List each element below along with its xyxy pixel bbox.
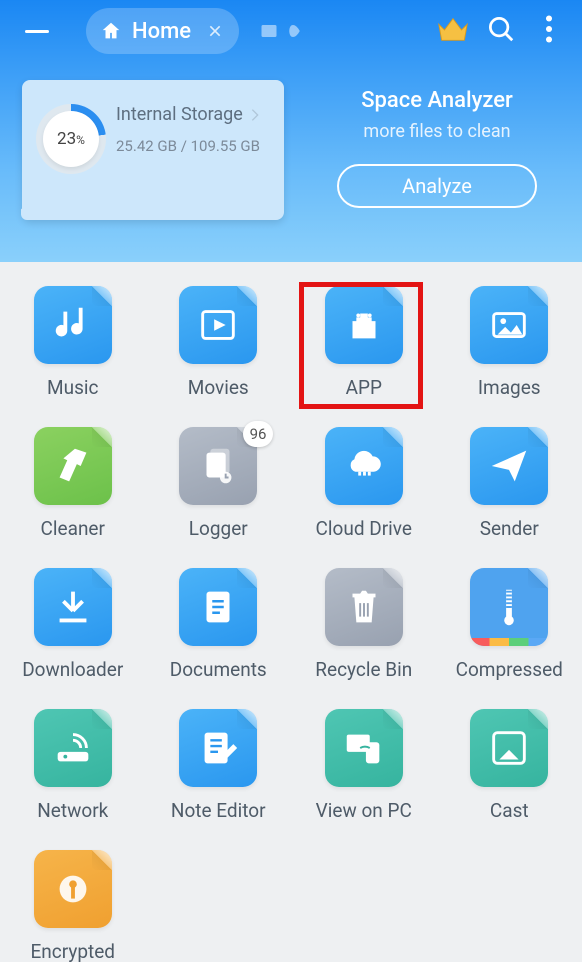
tile-label: Images <box>478 376 541 399</box>
storage-name: Internal Storage <box>116 104 263 125</box>
tile-label: Cloud Drive <box>316 517 412 540</box>
music-icon <box>34 286 112 364</box>
tile-recyclebin[interactable]: Recycle Bin <box>291 568 437 681</box>
viewonpc-icon <box>325 709 403 787</box>
tile-label: Compressed <box>456 658 563 681</box>
tile-label: Documents <box>170 658 267 681</box>
recyclebin-icon <box>325 568 403 646</box>
more-vertical-icon <box>545 15 553 47</box>
tile-label: Downloader <box>22 658 123 681</box>
internal-storage-card[interactable]: 23% Internal Storage 25.42 GB / 109.55 G… <box>22 80 284 220</box>
movies-icon <box>179 286 257 364</box>
tile-label: APP <box>346 376 382 399</box>
analyze-button[interactable]: Analyze <box>337 164 537 208</box>
documents-icon <box>179 568 257 646</box>
tile-compressed[interactable]: Compressed <box>437 568 582 681</box>
menu-button[interactable] <box>18 12 56 50</box>
tab-home[interactable]: Home <box>86 8 239 54</box>
noteeditor-icon <box>179 709 257 787</box>
storage-percent: 23% <box>57 129 85 149</box>
search-button[interactable] <box>482 12 520 50</box>
clouddrive-icon <box>325 427 403 505</box>
tile-label: Sender <box>480 517 539 540</box>
tile-label: Movies <box>188 376 249 399</box>
tile-noteeditor[interactable]: Note Editor <box>146 709 292 822</box>
tile-viewonpc[interactable]: View on PC <box>291 709 437 822</box>
tile-logger[interactable]: 96Logger <box>146 427 292 540</box>
search-icon <box>486 14 516 48</box>
cast-icon <box>470 709 548 787</box>
tile-images[interactable]: Images <box>437 286 582 399</box>
tile-cleaner[interactable]: Cleaner <box>0 427 146 540</box>
encrypted-icon <box>34 850 112 928</box>
storage-gauge: 23% <box>36 104 106 174</box>
tile-label: Cleaner <box>41 517 105 540</box>
tile-music[interactable]: Music <box>0 286 146 399</box>
tile-movies[interactable]: Movies <box>146 286 292 399</box>
tab-label: Home <box>132 19 191 44</box>
tile-label: Network <box>37 799 108 822</box>
tile-app[interactable]: APP <box>291 286 437 399</box>
logger-badge: 96 <box>243 421 273 447</box>
analyzer-subtitle: more files to clean <box>314 121 560 142</box>
tile-label: View on PC <box>316 799 412 822</box>
tile-downloader[interactable]: Downloader <box>0 568 146 681</box>
analyzer-title: Space Analyzer <box>314 88 560 113</box>
tile-label: Cast <box>490 799 529 822</box>
crown-icon <box>436 14 470 48</box>
compressed-icon <box>470 568 548 646</box>
windows-button[interactable] <box>259 22 303 40</box>
tile-label: Encrypted <box>30 940 115 962</box>
images-icon <box>470 286 548 364</box>
tile-network[interactable]: Network <box>0 709 146 822</box>
tile-encrypted[interactable]: Encrypted <box>0 850 146 962</box>
home-icon <box>100 20 122 42</box>
tile-label: Logger <box>189 517 248 540</box>
cleaner-icon <box>34 427 112 505</box>
app-icon <box>325 286 403 364</box>
tile-cast[interactable]: Cast <box>437 709 582 822</box>
overflow-menu-button[interactable] <box>530 12 568 50</box>
tile-clouddrive[interactable]: Cloud Drive <box>291 427 437 540</box>
network-icon <box>34 709 112 787</box>
tile-label: Recycle Bin <box>315 658 412 681</box>
premium-button[interactable] <box>434 12 472 50</box>
tile-label: Note Editor <box>171 799 266 822</box>
storage-usage: 25.42 GB / 109.55 GB <box>116 137 263 155</box>
tile-label: Music <box>47 376 98 399</box>
sender-icon <box>470 427 548 505</box>
downloader-icon <box>34 568 112 646</box>
tile-documents[interactable]: Documents <box>146 568 292 681</box>
close-tab-button[interactable] <box>205 21 225 41</box>
tile-sender[interactable]: Sender <box>437 427 582 540</box>
